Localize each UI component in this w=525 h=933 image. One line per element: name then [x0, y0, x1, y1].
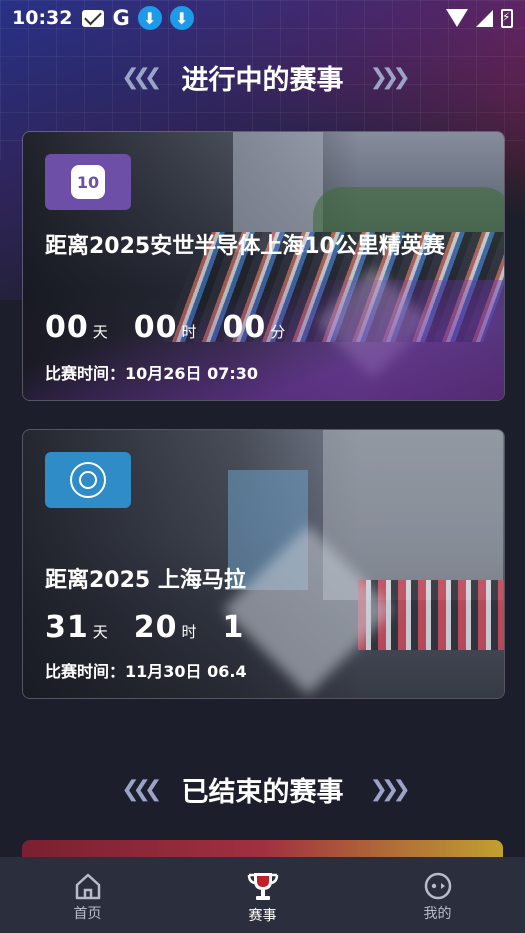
- wifi-icon: [446, 9, 468, 27]
- hours-unit: 时: [181, 623, 197, 641]
- minutes-unit: 分: [270, 323, 286, 341]
- tab-mine-label: 我的: [423, 906, 452, 922]
- download-icon: ⬇: [137, 6, 162, 30]
- ended-section-title: 已结束的赛事: [181, 777, 344, 808]
- trophy-icon: [247, 873, 278, 900]
- countdown-hours: 20: [133, 610, 178, 645]
- countdown-2: 31 天 20 时 1: [45, 610, 244, 645]
- race-time-1: 比赛时间：10月26日 07:30: [45, 364, 259, 383]
- race-card-2[interactable]: 距离2025 上海马拉 31 天 20 时 1 比赛时间：11月30日 06.4: [22, 429, 505, 699]
- ongoing-section-title: 进行中的赛事: [181, 65, 344, 96]
- race-logo-1: 10: [45, 154, 131, 210]
- tab-home-label: 首页: [73, 906, 102, 922]
- days-unit: 天: [92, 323, 108, 341]
- ongoing-section-header: ❮❮❮ 进行中的赛事 ❯❯❯: [0, 58, 525, 97]
- race-card-1[interactable]: 10 距离2025安世半导体上海10公里精英赛 00 天 00 时 00 分 比…: [22, 131, 505, 401]
- ended-section-header: ❮❮❮ 已结束的赛事 ❯❯❯: [0, 770, 525, 809]
- bottom-tab-bar: 首页 赛事 我的: [0, 857, 525, 933]
- chevrons-left-icon: ❮❮❮: [121, 65, 162, 90]
- tab-home[interactable]: 首页: [0, 857, 175, 933]
- countdown-minutes: 00: [222, 310, 267, 345]
- tab-events[interactable]: 赛事: [175, 857, 350, 933]
- signal-icon: [476, 9, 493, 27]
- google-icon: G: [112, 6, 130, 30]
- race-time-2: 比赛时间：11月30日 06.4: [45, 662, 247, 681]
- chevrons-right-icon: ❯❯❯: [369, 65, 411, 90]
- countdown-1: 00 天 00 时 00 分: [45, 310, 311, 345]
- countdown-hours: 00: [133, 310, 178, 345]
- battery-icon: [501, 8, 513, 28]
- days-unit: 天: [92, 623, 108, 641]
- chevrons-right-icon: ❯❯❯: [369, 777, 411, 802]
- countdown-days: 31: [45, 610, 89, 645]
- hours-unit: 时: [181, 323, 197, 341]
- status-bar: 10:32 G ⬇ ⬇: [0, 0, 525, 36]
- tab-events-label: 赛事: [248, 908, 277, 924]
- download-icon-2: ⬇: [169, 6, 194, 30]
- race-logo-icon: 10: [71, 165, 105, 199]
- profile-icon: [424, 872, 451, 900]
- countdown-days: 00: [45, 310, 89, 345]
- race-title-2: 距离2025 上海马拉: [45, 568, 246, 593]
- countdown-minutes: 1: [222, 610, 245, 645]
- race-title-1: 距离2025安世半导体上海10公里精英赛: [45, 234, 445, 259]
- chevrons-left-icon: ❮❮❮: [121, 777, 162, 802]
- mail-icon: [82, 9, 105, 27]
- home-icon: [75, 873, 100, 900]
- marathon-logo-icon: [70, 462, 106, 498]
- status-time: 10:32: [12, 7, 73, 29]
- race-logo-2: [45, 452, 131, 508]
- tab-mine[interactable]: 我的: [350, 857, 525, 933]
